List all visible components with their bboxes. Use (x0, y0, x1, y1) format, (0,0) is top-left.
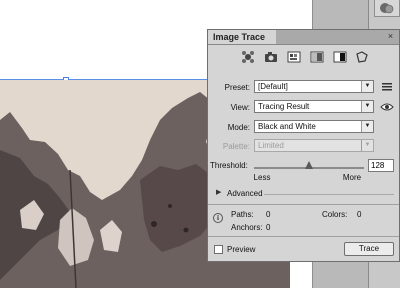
paths-value: 0 (266, 210, 271, 219)
disclosure-triangle-icon[interactable]: ▶ (216, 189, 224, 197)
advanced-divider (264, 194, 394, 195)
anchors-value: 0 (266, 223, 271, 232)
mode-select[interactable]: Black and White ▼ (254, 120, 374, 133)
appearance-icon (380, 3, 394, 14)
preset-value: [Default] (258, 82, 288, 91)
appearance-panel-icon[interactable] (374, 0, 400, 17)
preset-label: Preset: (224, 83, 250, 92)
panel-tab-bar: Image Trace × (208, 30, 399, 45)
eye-icon[interactable] (379, 99, 395, 115)
preview-checkbox[interactable] (214, 245, 223, 254)
info-icon: i (213, 213, 223, 223)
colors-value: 0 (357, 210, 362, 219)
palette-value: Limited (258, 141, 284, 150)
low-color-icon[interactable] (286, 49, 302, 65)
threshold-max-label: More (342, 173, 362, 182)
panel-close-button[interactable]: × (385, 31, 396, 42)
trace-button[interactable]: Trace (344, 242, 394, 256)
threshold-min-label: Less (253, 173, 271, 182)
threshold-slider-thumb[interactable] (305, 161, 313, 169)
auto-color-icon[interactable] (240, 49, 256, 65)
panel-tab-image-trace[interactable]: Image Trace (208, 30, 276, 44)
preset-menu-icon[interactable] (379, 79, 395, 95)
section-separator (208, 236, 399, 237)
chevron-down-icon: ▼ (361, 121, 373, 132)
threshold-input[interactable]: 128 (368, 159, 394, 172)
colors-label: Colors: (322, 210, 348, 219)
palette-label: Palette: (222, 142, 250, 151)
advanced-toggle[interactable]: Advanced (227, 189, 263, 198)
preset-select[interactable]: [Default] ▼ (254, 80, 374, 93)
chevron-down-icon: ▼ (361, 140, 373, 151)
anchors-label: Anchors: (231, 223, 263, 232)
threshold-label: Threshold: (210, 161, 248, 170)
grayscale-icon[interactable] (309, 49, 325, 65)
view-select[interactable]: Tracing Result ▼ (254, 100, 374, 113)
section-separator (208, 204, 399, 205)
mode-value: Black and White (258, 122, 316, 131)
chevron-down-icon: ▼ (361, 81, 373, 92)
black-white-icon[interactable] (332, 49, 348, 65)
image-trace-panel: Image Trace × Preset: [Default] ▼ View: … (207, 29, 400, 262)
chevron-down-icon: ▼ (361, 101, 373, 112)
mode-label: Mode: (227, 123, 250, 132)
high-color-icon[interactable] (263, 49, 279, 65)
preview-label: Preview (227, 245, 256, 254)
view-label: View: (230, 103, 250, 112)
palette-select: Limited ▼ (254, 139, 374, 152)
outline-icon[interactable] (354, 49, 370, 65)
view-value: Tracing Result (258, 102, 310, 111)
paths-label: Paths: (231, 210, 254, 219)
